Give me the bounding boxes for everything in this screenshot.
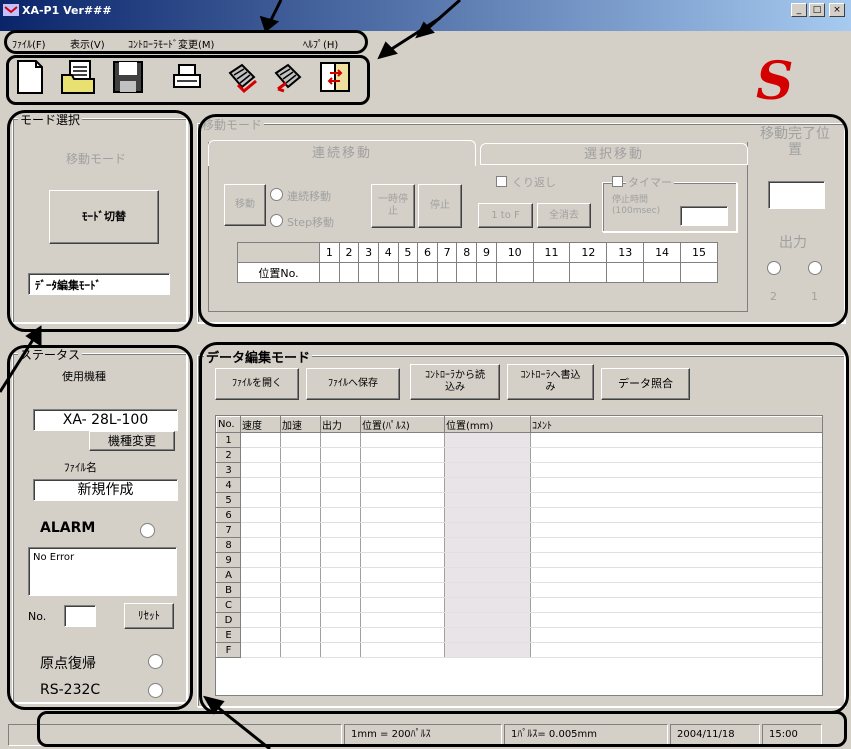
title-bar: XA-P1 Ver### _ □ × — [0, 0, 851, 31]
company-logo: S — [756, 51, 794, 112]
minimize-button[interactable]: _ — [791, 3, 807, 17]
status-highlight-oval — [7, 345, 193, 710]
close-button[interactable]: × — [829, 3, 845, 17]
mode-select-highlight-oval — [7, 110, 193, 332]
data-edit-highlight-oval — [199, 342, 849, 714]
move-mode-highlight-oval — [198, 114, 848, 327]
statusbar-highlight-oval — [37, 711, 847, 747]
app-icon — [3, 4, 19, 16]
window-title: XA-P1 Ver### — [22, 4, 112, 17]
menu-highlight-oval — [4, 30, 368, 54]
maximize-button[interactable]: □ — [809, 3, 825, 17]
toolbar-highlight-oval — [6, 55, 370, 105]
